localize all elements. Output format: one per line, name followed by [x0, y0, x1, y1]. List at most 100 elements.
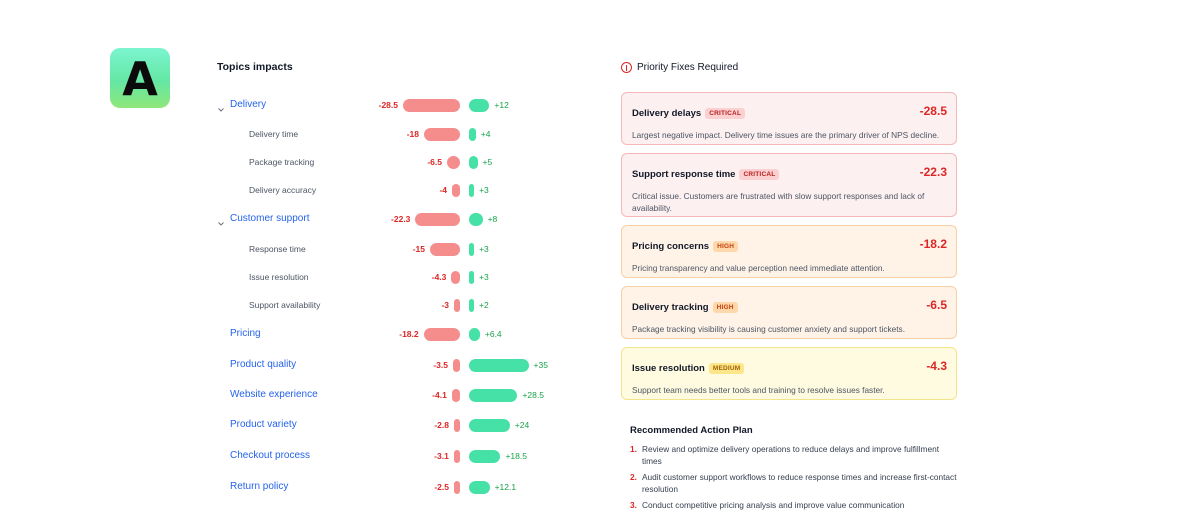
negative-impact-value: -4: [439, 185, 447, 195]
card-title: Issue resolution: [632, 363, 705, 374]
topic-label[interactable]: Website experience: [230, 389, 318, 400]
card-title: Delivery delays: [632, 108, 702, 119]
negative-impact-value: -4.3: [431, 272, 447, 282]
severity-badge: MEDIUM: [708, 363, 745, 374]
card-description: Package tracking visibility is causing c…: [632, 324, 905, 334]
card-impact-value: -18.2: [919, 237, 947, 251]
negative-impact-value: -18: [406, 129, 419, 139]
negative-impact-value: -15: [412, 244, 425, 254]
negative-impact-bar: [452, 184, 460, 197]
positive-impact-value: +12.1: [494, 482, 517, 492]
card-impact-value: -28.5: [919, 104, 947, 118]
negative-impact-bar: [415, 213, 460, 226]
chevron-down-icon[interactable]: [217, 215, 225, 226]
positive-impact-bar: [469, 450, 501, 463]
positive-impact-bar: [469, 213, 483, 226]
negative-impact-value: -3: [441, 300, 449, 310]
topic-row[interactable]: Website experience -4.1 +28.5: [0, 387, 600, 407]
severity-badge: HIGH: [712, 302, 738, 313]
priority-card[interactable]: Delivery tracking HIGH -6.5 Package trackin…: [621, 286, 957, 339]
severity-badge: CRITICAL: [739, 169, 780, 180]
card-impact-value: -22.3: [919, 165, 947, 179]
topic-row[interactable]: Response time -15 +3: [0, 241, 600, 261]
negative-impact-bar: [423, 328, 460, 341]
topic-row[interactable]: Product variety -2.8 +24: [0, 417, 600, 437]
topic-label[interactable]: Pricing: [230, 328, 261, 339]
positive-impact-bar: [469, 389, 518, 402]
positive-impact-value: +35: [533, 360, 548, 370]
positive-impact-value: +4: [480, 129, 491, 139]
priority-card[interactable]: Delivery delays CRITICAL -28.5 Largest nega…: [621, 92, 957, 145]
negative-impact-bar: [424, 128, 460, 141]
positive-impact-value: +3: [479, 185, 489, 195]
topic-row[interactable]: Issue resolution -4.3 +3: [0, 269, 600, 289]
topic-label[interactable]: Delivery: [230, 99, 266, 110]
topic-label[interactable]: Product quality: [230, 359, 296, 370]
topic-label[interactable]: Return policy: [230, 481, 288, 492]
card-title: Delivery tracking: [632, 302, 709, 313]
negative-impact-bar: [403, 99, 460, 112]
topic-label[interactable]: Checkout process: [230, 450, 310, 461]
topic-label: Delivery accuracy: [249, 185, 317, 195]
priority-title: Priority Fixes Required: [637, 62, 739, 73]
positive-impact-bar: [469, 184, 475, 197]
positive-impact-value: +12: [494, 100, 509, 110]
topic-row[interactable]: Delivery -28.5 +12: [0, 97, 600, 117]
severity-badge: HIGH: [713, 241, 739, 252]
topic-label: Delivery time: [249, 129, 299, 139]
card-impact-value: -4.3: [926, 359, 947, 373]
logo-letter: A: [122, 52, 158, 106]
topic-label[interactable]: Product variety: [230, 419, 297, 430]
priority-card[interactable]: Issue resolution MEDIUM -4.3 Support team n…: [621, 347, 957, 400]
plan-item-text: Audit customer support workflows to redu…: [642, 472, 957, 494]
positive-impact-value: +6.4: [484, 329, 502, 339]
positive-impact-bar: [469, 128, 476, 141]
positive-impact-value: +5: [482, 157, 493, 167]
negative-impact-value: -18.2: [399, 329, 419, 339]
negative-impact-value: -28.5: [378, 100, 398, 110]
positive-impact-value: +3: [479, 244, 489, 254]
card-title: Support response time: [632, 169, 736, 180]
chevron-down-icon[interactable]: [217, 101, 225, 112]
positive-impact-bar: [469, 243, 475, 256]
card-description: Support team needs better tools and trai…: [632, 385, 885, 395]
negative-impact-bar: [454, 299, 460, 312]
negative-impact-bar: [447, 156, 460, 169]
topic-row[interactable]: Delivery time -18 +4: [0, 126, 600, 146]
negative-impact-bar: [451, 389, 460, 402]
priority-card[interactable]: Pricing concerns HIGH -18.2 Pricing transpa…: [621, 225, 957, 278]
topic-row[interactable]: Delivery accuracy -4 +3: [0, 182, 600, 202]
topic-row[interactable]: Return policy -2.5 +12.1: [0, 479, 600, 499]
card-impact-value: -6.5: [926, 298, 947, 312]
plan-item-number: 3.: [630, 500, 637, 510]
priority-card[interactable]: Support response time CRITICAL -22.3 Critic…: [621, 153, 957, 217]
topic-row[interactable]: Package tracking -6.5 +5: [0, 154, 600, 174]
negative-impact-bar: [451, 271, 460, 284]
negative-impact-value: -2.8: [434, 420, 449, 430]
topic-row[interactable]: Product quality -3.5 +35: [0, 357, 600, 377]
card-description: Critical issue. Customers are frustrated…: [632, 191, 925, 213]
plan-item-text: Conduct competitive pricing analysis and…: [642, 500, 905, 510]
topic-label: Support availability: [249, 300, 321, 310]
negative-impact-value: -3.5: [433, 360, 448, 370]
positive-impact-bar: [469, 156, 478, 169]
topic-row[interactable]: Checkout process -3.1 +18.5: [0, 448, 600, 468]
topic-row[interactable]: Support availability -3 +2: [0, 297, 600, 317]
positive-impact-value: +18.5: [505, 451, 527, 461]
topic-label: Response time: [249, 244, 306, 254]
topic-label[interactable]: Customer support: [230, 213, 309, 224]
negative-impact-value: -4.1: [432, 390, 447, 400]
topic-row[interactable]: Customer support -22.3 +8: [0, 211, 600, 231]
plan-item-number: 1.: [630, 444, 637, 454]
positive-impact-bar: [469, 481, 490, 494]
negative-impact-bar: [454, 481, 460, 494]
positive-impact-bar: [469, 299, 474, 312]
positive-impact-value: +8: [487, 214, 498, 224]
topic-row[interactable]: Pricing -18.2 +6.4: [0, 326, 600, 346]
plan-item: 1. Review and optimize delivery operation…: [630, 443, 960, 467]
card-title: Pricing concerns: [632, 241, 710, 252]
plan-item: 2. Audit customer support workflows to re…: [630, 471, 960, 495]
topics-title: Topics impacts: [217, 61, 293, 73]
plan-item-number: 2.: [630, 472, 637, 482]
negative-impact-bar: [454, 419, 460, 432]
